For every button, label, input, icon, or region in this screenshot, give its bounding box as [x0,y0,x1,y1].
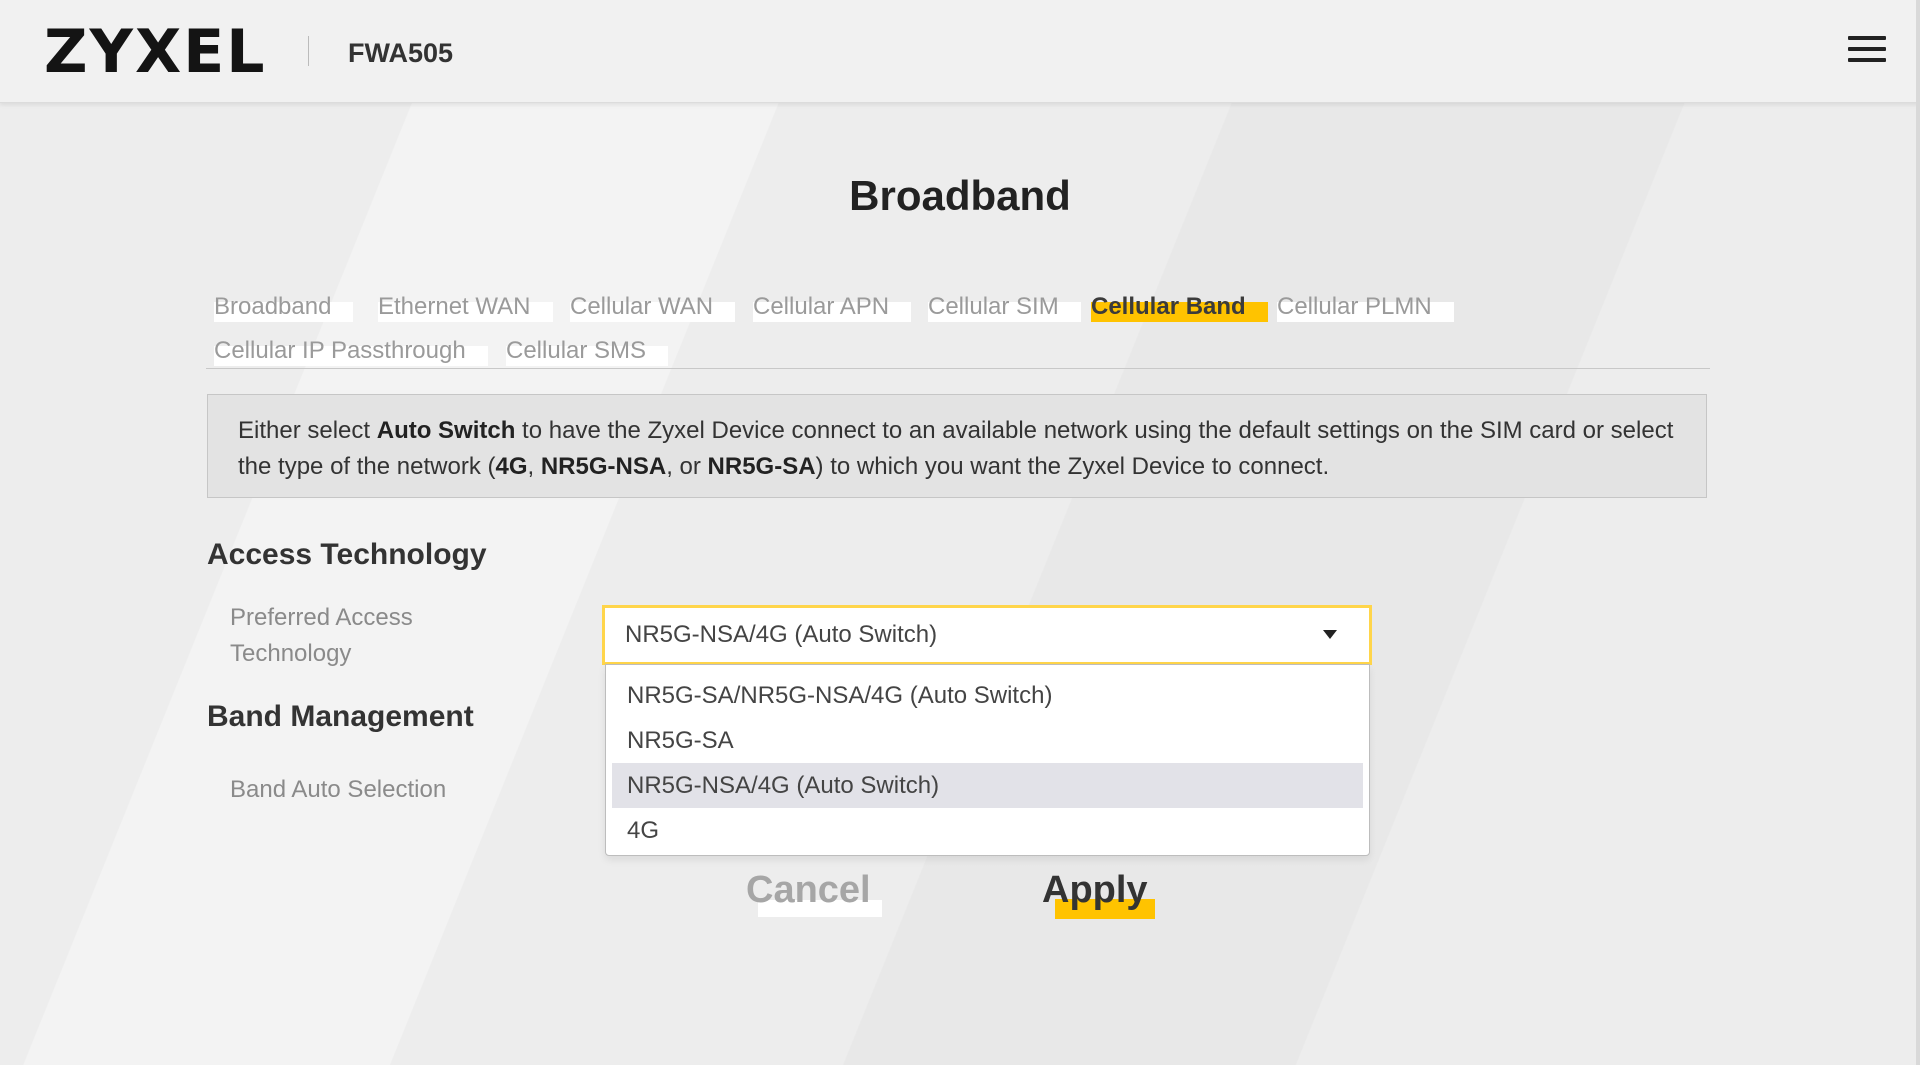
access-technology-dropdown: NR5G-SA/NR5G-NSA/4G (Auto Switch) NR5G-S… [605,664,1370,856]
option-nr5g-sa[interactable]: NR5G-SA [612,718,1363,763]
info-box: Either select Auto Switch to have the Zy… [207,394,1707,498]
info-text: , [527,453,541,480]
option-nr5g-nsa-4g-auto[interactable]: NR5G-NSA/4G (Auto Switch) [612,763,1363,808]
band-auto-selection-label: Band Auto Selection [230,776,447,803]
hamburger-menu-icon[interactable] [1848,36,1888,66]
tab-ethernet-wan[interactable]: Ethernet WAN [378,292,553,322]
tab-cellular-wan[interactable]: Cellular WAN [570,292,736,322]
header-divider [308,36,309,66]
top-header: ZYXEL FWA505 [0,0,1920,103]
tab-cellular-sim[interactable]: Cellular SIM [928,292,1081,322]
info-text: Either select [238,417,377,444]
info-text: ) to which you want the Zyxel Device to … [815,453,1330,480]
page-title: Broadband [849,172,1071,219]
preferred-access-technology-label: Preferred Access Technology [230,604,413,667]
tab-cellular-ip-passthrough[interactable]: Cellular IP Passthrough [214,336,488,366]
apply-button[interactable]: Apply [1042,866,1148,914]
chevron-down-icon [1323,630,1337,639]
tab-cellular-apn[interactable]: Cellular APN [753,292,912,322]
info-text: , or [666,453,708,480]
info-bold-nsa: NR5G-NSA [540,453,667,480]
scrollbar-track [1916,0,1920,1065]
info-bold-auto-switch: Auto Switch [376,417,516,444]
zyxel-logo: ZYXEL [44,17,267,87]
info-bold-sa: NR5G-SA [707,453,816,480]
access-technology-heading: Access Technology [207,538,487,571]
select-current-value: NR5G-NSA/4G (Auto Switch) [625,621,938,648]
cancel-button[interactable]: Cancel [746,866,871,914]
tab-broadband[interactable]: Broadband [214,292,354,322]
background-pattern [0,0,1920,1065]
preferred-access-technology-select[interactable]: NR5G-NSA/4G (Auto Switch) [602,605,1372,665]
tabs-underline [206,368,1710,369]
tab-cellular-sms[interactable]: Cellular SMS [506,336,669,366]
tab-cellular-plmn[interactable]: Cellular PLMN [1277,292,1454,322]
option-4g[interactable]: 4G [612,808,1363,853]
model-name: FWA505 [348,38,454,68]
band-management-heading: Band Management [207,700,474,733]
info-bold-4g: 4G [495,453,528,480]
tab-cellular-band[interactable]: Cellular Band [1091,292,1268,322]
option-nr5g-sa-nsa-4g-auto[interactable]: NR5G-SA/NR5G-NSA/4G (Auto Switch) [612,673,1363,718]
